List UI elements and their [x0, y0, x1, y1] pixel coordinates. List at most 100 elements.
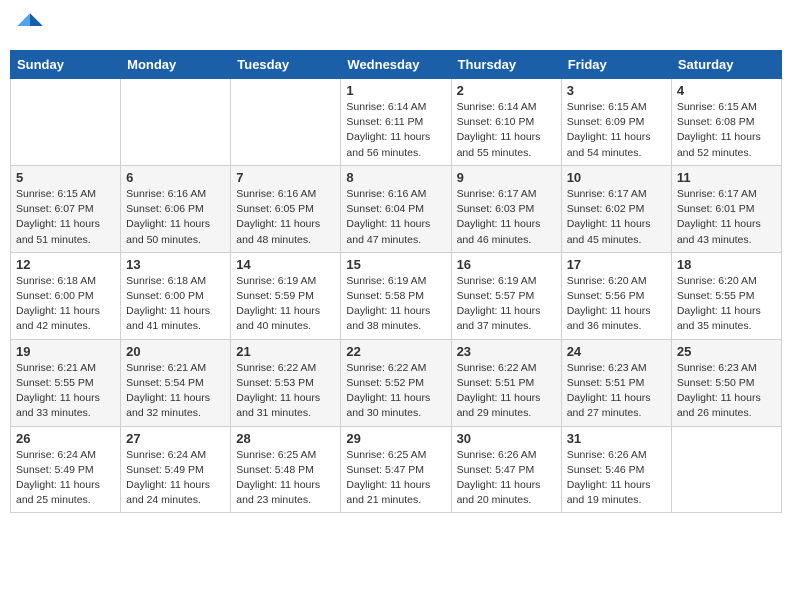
day-info: Sunrise: 6:20 AMSunset: 5:55 PMDaylight:… [677, 274, 776, 335]
sunrise-text: Sunrise: 6:26 AM [567, 448, 666, 463]
calendar-cell: 26Sunrise: 6:24 AMSunset: 5:49 PMDayligh… [11, 426, 121, 513]
sunset-text: Sunset: 6:10 PM [457, 115, 556, 130]
day-number: 7 [236, 170, 335, 185]
day-number: 22 [346, 344, 445, 359]
daylight-text: Daylight: 11 hours and 35 minutes. [677, 304, 776, 334]
day-info: Sunrise: 6:19 AMSunset: 5:58 PMDaylight:… [346, 274, 445, 335]
sunrise-text: Sunrise: 6:24 AM [126, 448, 225, 463]
sunset-text: Sunset: 6:02 PM [567, 202, 666, 217]
calendar-week-row: 5 Sunrise: 6:15 AMSunset: 6:07 PMDaylight… [11, 165, 782, 252]
calendar-week-row: 26Sunrise: 6:24 AMSunset: 5:49 PMDayligh… [11, 426, 782, 513]
day-info: Sunrise: 6:25 AMSunset: 5:48 PMDaylight:… [236, 448, 335, 509]
day-number: 13 [126, 257, 225, 272]
sunrise-text: Sunrise: 6:19 AM [346, 274, 445, 289]
daylight-text: Daylight: 11 hours and 46 minutes. [457, 217, 556, 247]
calendar-cell: 7Sunrise: 6:16 AMSunset: 6:05 PMDaylight… [231, 165, 341, 252]
daylight-text: Daylight: 11 hours and 38 minutes. [346, 304, 445, 334]
calendar-cell: 24Sunrise: 6:23 AMSunset: 5:51 PMDayligh… [561, 339, 671, 426]
day-info: Sunrise: 6:14 AMSunset: 6:11 PMDaylight:… [346, 100, 445, 161]
calendar-table: SundayMondayTuesdayWednesdayThursdayFrid… [10, 50, 782, 513]
sunrise-text: Sunrise: 6:17 AM [677, 187, 776, 202]
sunrise-text: Sunrise: 6:22 AM [236, 361, 335, 376]
sunset-text: Sunset: 5:48 PM [236, 463, 335, 478]
sunset-text: Sunset: 5:54 PM [126, 376, 225, 391]
day-number: 24 [567, 344, 666, 359]
day-info: Sunrise: 6:24 AMSunset: 5:49 PMDaylight:… [16, 448, 115, 509]
day-info: Sunrise: 6:14 AMSunset: 6:10 PMDaylight:… [457, 100, 556, 161]
calendar-cell: 11Sunrise: 6:17 AMSunset: 6:01 PMDayligh… [671, 165, 781, 252]
day-info: Sunrise: 6:15 AMSunset: 6:08 PMDaylight:… [677, 100, 776, 161]
daylight-text: Daylight: 11 hours and 40 minutes. [236, 304, 335, 334]
day-number: 25 [677, 344, 776, 359]
day-info: Sunrise: 6:21 AMSunset: 5:55 PMDaylight:… [16, 361, 115, 422]
calendar-week-row: 19Sunrise: 6:21 AMSunset: 5:55 PMDayligh… [11, 339, 782, 426]
sunset-text: Sunset: 5:49 PM [16, 463, 115, 478]
calendar-cell: 8Sunrise: 6:16 AMSunset: 6:04 PMDaylight… [341, 165, 451, 252]
daylight-text: Daylight: 11 hours and 20 minutes. [457, 478, 556, 508]
day-info: Sunrise: 6:17 AMSunset: 6:02 PMDaylight:… [567, 187, 666, 248]
sunset-text: Sunset: 5:52 PM [346, 376, 445, 391]
sunset-text: Sunset: 5:51 PM [567, 376, 666, 391]
day-info: Sunrise: 6:21 AMSunset: 5:54 PMDaylight:… [126, 361, 225, 422]
sunset-text: Sunset: 5:56 PM [567, 289, 666, 304]
sunrise-text: Sunrise: 6:25 AM [236, 448, 335, 463]
calendar-cell: 18Sunrise: 6:20 AMSunset: 5:55 PMDayligh… [671, 252, 781, 339]
sunrise-text: Sunrise: 6:15 AM [16, 187, 115, 202]
sunset-text: Sunset: 5:47 PM [346, 463, 445, 478]
sunset-text: Sunset: 5:47 PM [457, 463, 556, 478]
day-info: Sunrise: 6:15 AMSunset: 6:07 PMDaylight:… [16, 187, 115, 248]
sunset-text: Sunset: 6:03 PM [457, 202, 556, 217]
sunset-text: Sunset: 6:04 PM [346, 202, 445, 217]
sunset-text: Sunset: 6:05 PM [236, 202, 335, 217]
sunrise-text: Sunrise: 6:23 AM [677, 361, 776, 376]
sunset-text: Sunset: 6:00 PM [16, 289, 115, 304]
sunset-text: Sunset: 6:11 PM [346, 115, 445, 130]
daylight-text: Daylight: 11 hours and 36 minutes. [567, 304, 666, 334]
sunrise-text: Sunrise: 6:16 AM [126, 187, 225, 202]
daylight-text: Daylight: 11 hours and 26 minutes. [677, 391, 776, 421]
daylight-text: Daylight: 11 hours and 24 minutes. [126, 478, 225, 508]
day-number: 17 [567, 257, 666, 272]
day-info: Sunrise: 6:16 AMSunset: 6:06 PMDaylight:… [126, 187, 225, 248]
weekday-header: Wednesday [341, 51, 451, 79]
sunrise-text: Sunrise: 6:18 AM [16, 274, 115, 289]
sunrise-text: Sunrise: 6:20 AM [677, 274, 776, 289]
day-number: 5 [16, 170, 115, 185]
day-info: Sunrise: 6:18 AMSunset: 6:00 PMDaylight:… [126, 274, 225, 335]
calendar-week-row: 1 Sunrise: 6:14 AMSunset: 6:11 PMDaylight… [11, 79, 782, 166]
calendar-cell: 25Sunrise: 6:23 AMSunset: 5:50 PMDayligh… [671, 339, 781, 426]
daylight-text: Daylight: 11 hours and 54 minutes. [567, 130, 666, 160]
daylight-text: Daylight: 11 hours and 43 minutes. [677, 217, 776, 247]
calendar-cell: 16 Sunrise: 6:19 AMSunset: 5:57 PMDayligh… [451, 252, 561, 339]
calendar-cell: 23Sunrise: 6:22 AMSunset: 5:51 PMDayligh… [451, 339, 561, 426]
day-info: Sunrise: 6:26 AMSunset: 5:46 PMDaylight:… [567, 448, 666, 509]
day-number: 1 [346, 83, 445, 98]
day-number: 16 [457, 257, 556, 272]
sunset-text: Sunset: 5:46 PM [567, 463, 666, 478]
sunrise-text: Sunrise: 6:22 AM [346, 361, 445, 376]
daylight-text: Daylight: 11 hours and 50 minutes. [126, 217, 225, 247]
page-header [10, 10, 782, 42]
calendar-cell: 5 Sunrise: 6:15 AMSunset: 6:07 PMDaylight… [11, 165, 121, 252]
weekday-header: Saturday [671, 51, 781, 79]
sunrise-text: Sunrise: 6:20 AM [567, 274, 666, 289]
daylight-text: Daylight: 11 hours and 48 minutes. [236, 217, 335, 247]
calendar-cell: 13 Sunrise: 6:18 AMSunset: 6:00 PMDayligh… [121, 252, 231, 339]
day-number: 21 [236, 344, 335, 359]
calendar-cell: 21Sunrise: 6:22 AMSunset: 5:53 PMDayligh… [231, 339, 341, 426]
sunrise-text: Sunrise: 6:23 AM [567, 361, 666, 376]
day-info: Sunrise: 6:17 AMSunset: 6:01 PMDaylight:… [677, 187, 776, 248]
day-number: 30 [457, 431, 556, 446]
day-info: Sunrise: 6:19 AMSunset: 5:57 PMDaylight:… [457, 274, 556, 335]
day-info: Sunrise: 6:24 AMSunset: 5:49 PMDaylight:… [126, 448, 225, 509]
logo-icon [14, 10, 46, 42]
day-info: Sunrise: 6:25 AMSunset: 5:47 PMDaylight:… [346, 448, 445, 509]
sunset-text: Sunset: 6:06 PM [126, 202, 225, 217]
day-info: Sunrise: 6:18 AMSunset: 6:00 PMDaylight:… [16, 274, 115, 335]
daylight-text: Daylight: 11 hours and 21 minutes. [346, 478, 445, 508]
calendar-cell: 31Sunrise: 6:26 AMSunset: 5:46 PMDayligh… [561, 426, 671, 513]
day-number: 23 [457, 344, 556, 359]
day-number: 8 [346, 170, 445, 185]
daylight-text: Daylight: 11 hours and 52 minutes. [677, 130, 776, 160]
daylight-text: Daylight: 11 hours and 33 minutes. [16, 391, 115, 421]
